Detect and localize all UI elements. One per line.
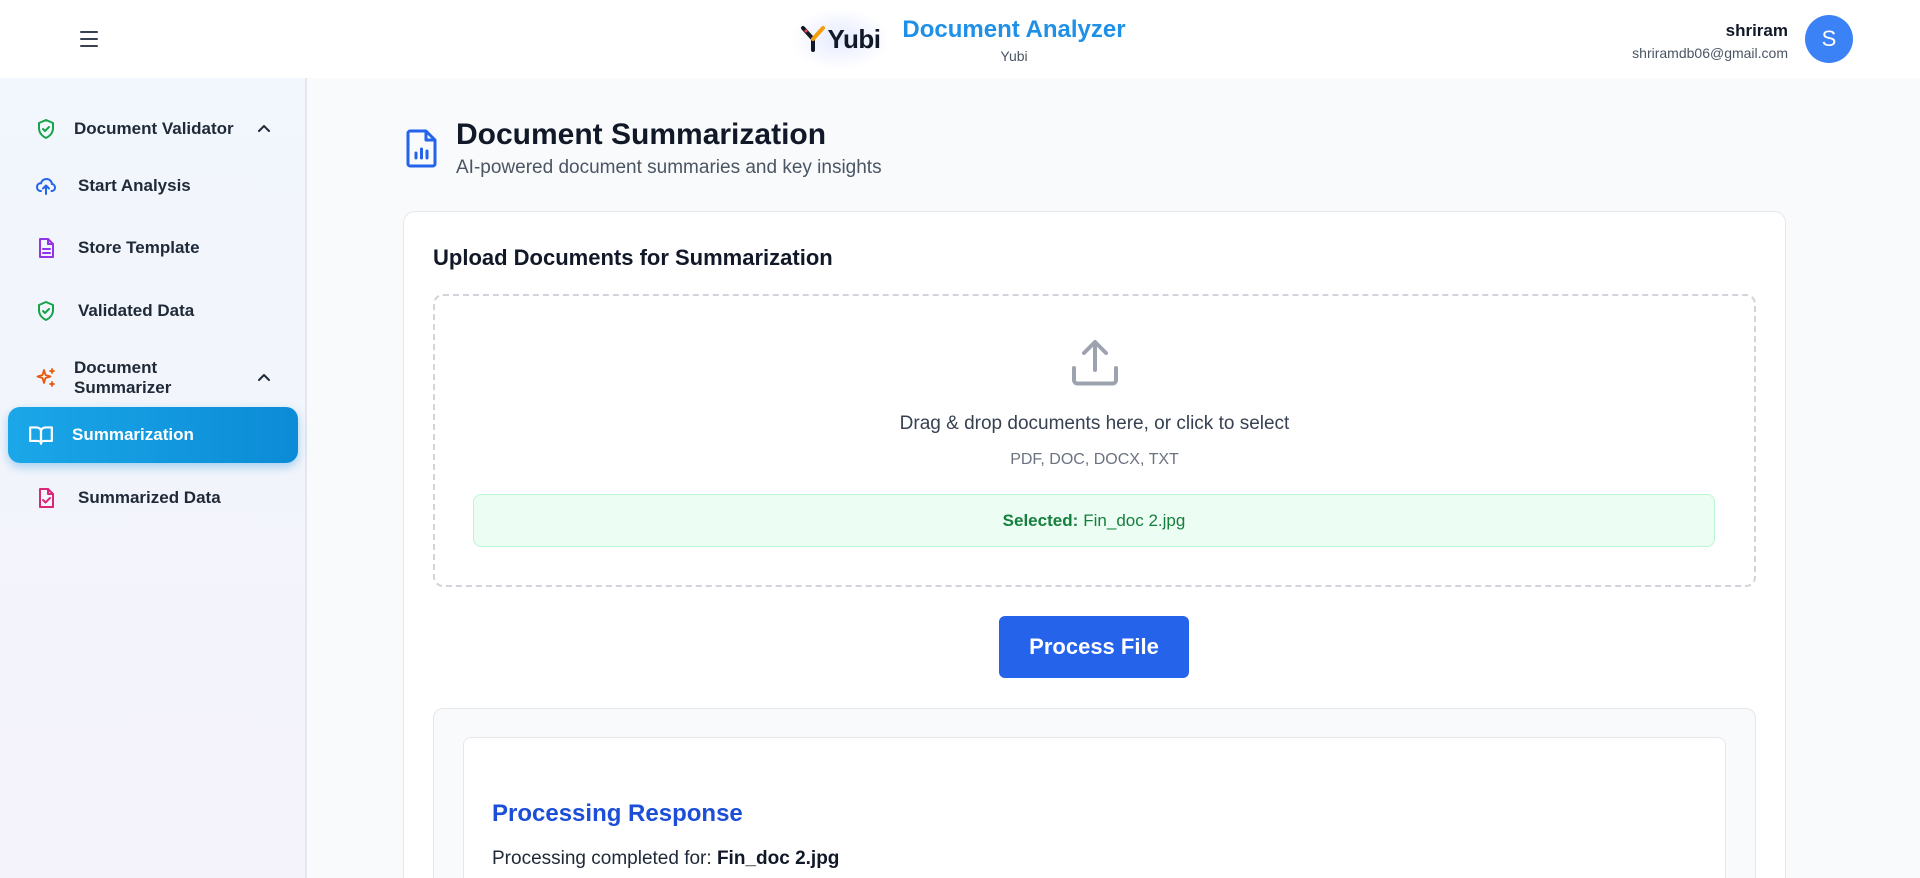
sidebar-item-label: Start Analysis xyxy=(78,176,191,195)
sidebar-item-label: Validated Data xyxy=(78,301,195,320)
file-check-icon xyxy=(39,488,54,508)
selected-file-label: Selected: xyxy=(1002,510,1079,530)
dropzone-file-types: PDF, DOC, DOCX, TXT xyxy=(1010,451,1179,468)
selected-file-name: Fin_doc 2.jpg xyxy=(1083,510,1186,530)
logo-text: Yubi xyxy=(827,23,881,54)
app-subtitle: Yubi xyxy=(1000,48,1028,64)
cloud-upload-icon xyxy=(35,177,57,195)
sidebar-item-summarized-data[interactable]: Summarized Data xyxy=(34,476,294,520)
sidebar-section-label: Document Validator xyxy=(74,119,234,138)
user-name: shriram xyxy=(1725,21,1788,40)
sidebar-item-start-analysis[interactable]: Start Analysis xyxy=(34,164,294,208)
dropzone-instructions: Drag & drop documents here, or click to … xyxy=(899,413,1290,434)
avatar[interactable]: S xyxy=(1805,15,1853,63)
chevron-up-icon[interactable] xyxy=(256,370,272,386)
sidebar-item-label: Store Template xyxy=(78,238,200,257)
page-title: Document Summarization xyxy=(456,118,827,151)
response-title: Processing Response xyxy=(492,800,743,827)
app-title: Document Analyzer xyxy=(902,16,1126,43)
upload-icon xyxy=(1072,340,1118,386)
sidebar-item-label: Summarization xyxy=(72,425,194,444)
response-status-prefix: Processing completed for: xyxy=(492,848,712,869)
document-chart-icon xyxy=(406,129,437,168)
response-status-line: Processing completed for: Fin_doc 2.jpg xyxy=(492,848,839,870)
hamburger-menu-icon[interactable] xyxy=(76,27,102,51)
sidebar-item-validated-data[interactable]: Validated Data xyxy=(34,289,294,333)
page-subtitle: AI-powered document summaries and key in… xyxy=(456,157,882,178)
selected-file-banner: Selected: Fin_doc 2.jpg xyxy=(473,494,1715,547)
sidebar-section-document-validator[interactable]: Document Validator xyxy=(34,111,276,147)
response-file-name: Fin_doc 2.jpg xyxy=(716,848,840,869)
sidebar-section-label: Document Summarizer xyxy=(74,358,172,397)
sidebar-item-store-template[interactable]: Store Template xyxy=(34,226,294,270)
process-file-button[interactable]: Process File xyxy=(999,616,1189,678)
book-open-icon xyxy=(29,426,53,445)
app-header: Yubi Document Analyzer Yubi shriram shri… xyxy=(0,0,1920,78)
sidebar-item-summarization[interactable]: Summarization xyxy=(8,407,298,463)
sparkles-icon xyxy=(36,368,55,387)
chevron-up-icon[interactable] xyxy=(256,121,272,137)
shield-check-icon xyxy=(38,301,54,321)
upload-card-title: Upload Documents for Summarization xyxy=(433,245,833,270)
yubi-logo-icon xyxy=(800,26,825,52)
shield-check-icon xyxy=(38,119,54,139)
sidebar-section-document-summarizer[interactable]: Document Summarizer xyxy=(34,358,276,397)
logo[interactable]: Yubi xyxy=(790,8,890,70)
user-email: shriramdb06@gmail.com xyxy=(1632,45,1788,61)
file-text-icon xyxy=(39,238,54,258)
sidebar-item-label: Summarized Data xyxy=(78,488,221,507)
